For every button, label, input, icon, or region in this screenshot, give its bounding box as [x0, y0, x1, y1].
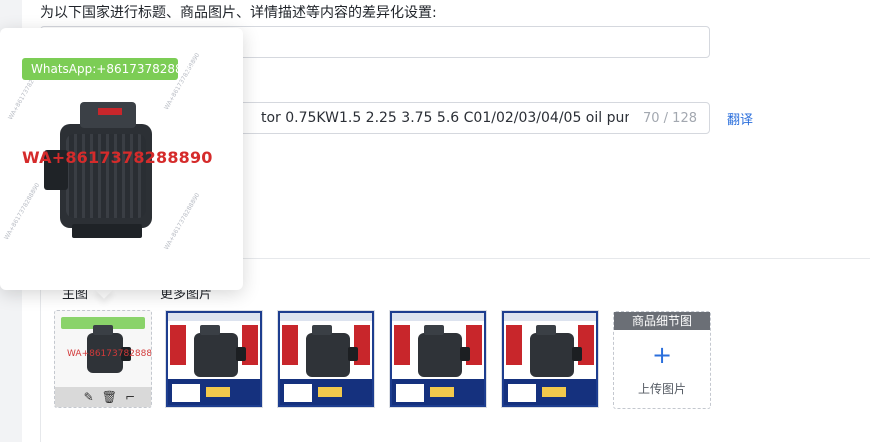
image-frame — [166, 311, 262, 407]
upload-label: 上传图片 — [637, 382, 686, 396]
preview-watermark-text: WA+8617378288890 — [22, 148, 213, 167]
detail-image-upload[interactable]: 商品细节图 + 上传图片 — [613, 311, 711, 409]
watermark-image: WA+8617378288890 — [163, 191, 202, 252]
thumbnail-watermark: WA+8617378288890 — [67, 349, 152, 359]
whatsapp-badge: WhatsApp:+8617378288890 — [22, 58, 206, 80]
section-heading: 为以下国家进行标题、商品图片、详情描述等内容的差异化设置: — [40, 5, 437, 21]
plus-icon[interactable]: + — [614, 342, 710, 368]
watermark-image: WA+8617378288890 — [3, 181, 42, 242]
delete-icon[interactable]: 🗑 — [102, 390, 117, 404]
product-image-thumbnail[interactable] — [165, 310, 263, 408]
edit-icon[interactable]: ✎ — [84, 390, 94, 404]
product-image-thumbnail[interactable] — [389, 310, 487, 408]
crop-icon[interactable]: ⌐ — [125, 390, 135, 404]
product-image-thumbnail[interactable] — [277, 310, 375, 408]
upload-header: 商品细节图 — [614, 312, 710, 330]
product-image-thumbnail[interactable] — [501, 310, 599, 408]
main-image-thumbnail[interactable]: WA+8617378288890 ✎ 🗑 ⌐ — [54, 310, 152, 408]
image-preview-popover: WA+8617378288890 WA+8617378288890 WA+861… — [0, 28, 243, 290]
title-char-counter: 70 / 128 — [643, 110, 697, 126]
product-edit-page: 为以下国家进行标题、商品图片、详情描述等内容的差异化设置: tor 0.75KW… — [0, 0, 870, 442]
product-title-value: tor 0.75KW1.5 2.25 3.75 5.6 C01/02/03/04… — [261, 110, 629, 126]
image-frame — [390, 311, 486, 407]
oil-pump-image — [44, 98, 164, 248]
image-frame — [502, 311, 598, 407]
thumbnail-toolbar: ✎ 🗑 ⌐ — [55, 387, 151, 407]
translate-link[interactable]: 翻译 — [727, 109, 753, 128]
image-frame — [278, 311, 374, 407]
